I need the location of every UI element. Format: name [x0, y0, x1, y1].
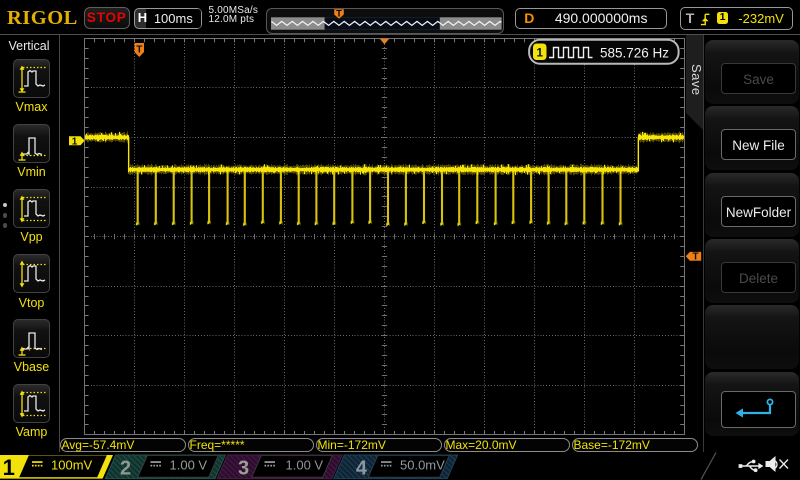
svg-text:1: 1 [72, 136, 78, 147]
svg-text:1: 1 [3, 455, 15, 480]
svg-text:4: 4 [356, 457, 368, 479]
svg-text:100mV: 100mV [51, 457, 93, 472]
svg-text:2: 2 [120, 457, 131, 479]
svg-text:T: T [136, 45, 142, 56]
svg-text:50.0mV: 50.0mV [400, 457, 445, 472]
svg-text:3: 3 [238, 457, 249, 479]
svg-text:1: 1 [536, 46, 543, 60]
svg-text:585.726 Hz: 585.726 Hz [600, 46, 669, 61]
svg-text:T: T [692, 252, 698, 263]
svg-text:1.00 V: 1.00 V [170, 457, 208, 472]
svg-text:1.00 V: 1.00 V [286, 457, 324, 472]
